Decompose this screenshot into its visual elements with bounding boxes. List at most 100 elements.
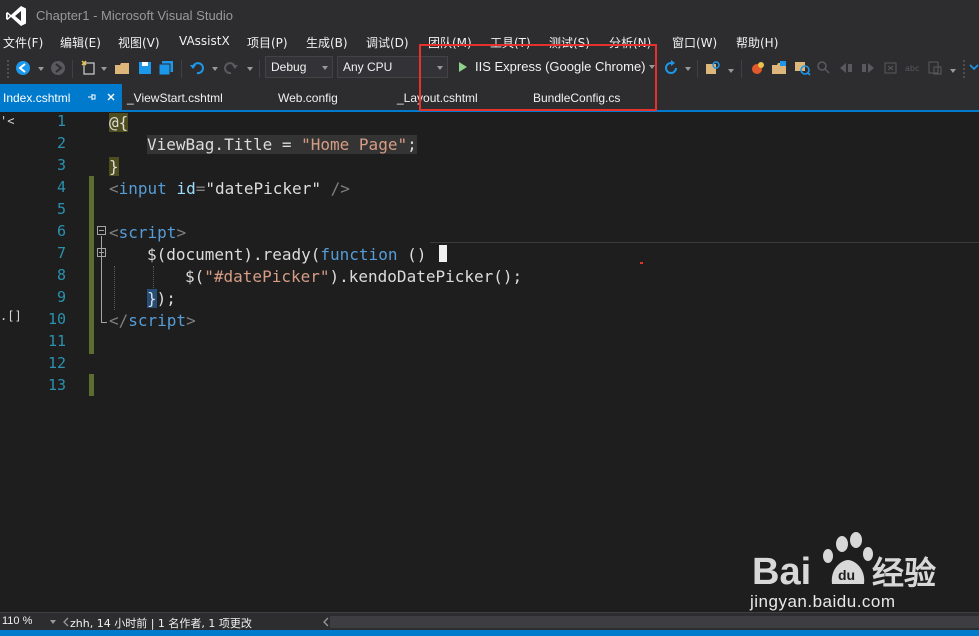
redo-icon[interactable] [222, 59, 240, 77]
visual-studio-logo-icon [6, 6, 26, 26]
code-line-3: } [109, 156, 119, 178]
tag-name: script [128, 311, 187, 330]
redo-dropdown-icon[interactable] [247, 67, 253, 71]
window-title: Chapter1 - Microsoft Visual Studio [36, 8, 234, 23]
parameter-list: () [397, 245, 427, 264]
jquery-selector-call: $( [185, 267, 205, 286]
undo-icon[interactable] [188, 59, 206, 77]
string-literal: "#datePicker" [204, 267, 330, 286]
line-number: 6 [56, 222, 66, 240]
navigate-forward-icon[interactable] [49, 59, 67, 77]
zoom-dropdown-icon[interactable] [50, 620, 56, 624]
close-icon[interactable] [106, 92, 116, 102]
toolbar-grip[interactable] [6, 59, 10, 79]
tab-index-cshtml[interactable]: Index.cshtml [0, 84, 122, 110]
refresh-dropdown-icon[interactable] [685, 67, 691, 71]
svg-text:du: du [838, 567, 855, 583]
toolbar-separator [72, 60, 73, 78]
tab-label: Web.config [278, 91, 338, 105]
razor-block-open: @{ [109, 113, 129, 132]
tab-web-config[interactable]: Web.config [278, 84, 338, 110]
scroll-left-icon[interactable] [62, 617, 70, 627]
tag-name: input [118, 179, 167, 198]
menu-debug[interactable]: 调试(D) [366, 34, 409, 51]
back-dropdown-icon[interactable] [38, 67, 44, 71]
pin-icon[interactable] [87, 92, 97, 102]
line-number: 12 [47, 354, 66, 372]
editor-status-bar: 110 % zhh, 14 小时前 | 1 名作者, 1 项更改 [0, 612, 979, 630]
bottom-accent-strip [0, 630, 979, 636]
indent-guide [153, 266, 154, 288]
find-symbol-icon[interactable] [793, 59, 811, 77]
tag-bracket: < [109, 223, 119, 242]
save-icon[interactable] [136, 59, 154, 77]
string-literal: "Home Page" [301, 135, 408, 154]
viewbag-assignment: ViewBag.Title = [147, 135, 302, 154]
code-line-2: ViewBag.Title = "Home Page"; [147, 134, 417, 156]
platform-value: Any CPU [343, 60, 393, 74]
collapse-outline-icon[interactable] [97, 248, 106, 257]
open-file-icon[interactable] [113, 59, 131, 77]
undo-dropdown-icon[interactable] [212, 67, 218, 71]
find-in-files-icon[interactable] [704, 59, 722, 77]
scroll-left-icon[interactable] [322, 617, 330, 627]
menu-build[interactable]: 生成(B) [306, 34, 348, 51]
keyword: function [320, 245, 398, 264]
code-line-9: }); [147, 288, 176, 310]
solution-configuration-select[interactable]: Debug [265, 56, 333, 78]
line-number: 13 [47, 376, 66, 394]
line-number: 5 [56, 200, 66, 218]
tag-bracket: > [176, 223, 187, 242]
tag-bracket: </ [109, 311, 129, 330]
refresh-icon[interactable] [662, 59, 680, 77]
clear-bookmarks-icon[interactable] [882, 59, 900, 77]
open-folder-tool-icon[interactable] [770, 59, 788, 77]
menu-file[interactable]: 文件(F) [3, 34, 43, 51]
toolbar-grip[interactable] [962, 59, 966, 79]
toolbar-overflow-icon[interactable] [968, 59, 979, 77]
previous-bookmark-icon[interactable] [837, 59, 855, 77]
format-document-icon[interactable] [926, 59, 944, 77]
search-disabled-icon[interactable] [815, 59, 833, 77]
text-caret [439, 245, 447, 262]
next-bookmark-icon[interactable] [859, 59, 877, 77]
save-all-icon[interactable] [157, 59, 175, 77]
navigate-back-icon[interactable] [14, 59, 32, 77]
menu-project[interactable]: 项目(P) [247, 34, 288, 51]
indent-guide [114, 266, 115, 310]
menu-view[interactable]: 视图(V) [118, 34, 160, 51]
line-number: 3 [56, 156, 66, 174]
vassistx-tool-icon[interactable] [749, 59, 767, 77]
svg-text:经验: 经验 [872, 554, 936, 592]
menu-help[interactable]: 帮助(H) [736, 34, 778, 51]
configuration-value: Debug [271, 60, 307, 74]
codelens-author-info[interactable]: zhh, 14 小时前 | 1 名作者, 1 项更改 [70, 615, 252, 631]
jquery-ready-call: $(document).ready( [147, 245, 321, 264]
tag-name: script [118, 223, 177, 242]
menu-window[interactable]: 窗口(W) [672, 34, 717, 51]
menu-vassistx[interactable]: VAssistX [179, 34, 230, 48]
format-dropdown-icon[interactable] [950, 69, 956, 73]
horizontal-scrollbar[interactable] [330, 616, 979, 628]
change-indicator-bar [89, 176, 94, 354]
razor-block-close: } [109, 157, 119, 176]
new-dropdown-icon[interactable] [101, 67, 107, 71]
toolbar-separator [259, 60, 260, 78]
code-line-7: $(document).ready(function () [147, 244, 426, 266]
visual-studio-window: Chapter1 - Microsoft Visual Studio 文件(F)… [0, 0, 979, 636]
tab-viewstart-cshtml[interactable]: _ViewStart.cshtml [127, 84, 223, 110]
equals-sign: = [195, 179, 206, 198]
tab-label: _ViewStart.cshtml [127, 91, 223, 105]
find-dropdown-icon[interactable] [728, 69, 734, 73]
spell-check-icon[interactable]: abc [904, 59, 922, 77]
chevron-down-icon [322, 66, 328, 70]
tag-bracket: /> [320, 179, 350, 198]
line-number: 10 [47, 310, 66, 328]
zoom-level[interactable]: 110 % [2, 615, 32, 627]
line-number: 7 [56, 244, 66, 262]
new-project-icon[interactable] [80, 59, 98, 77]
toolbar-separator [741, 60, 742, 78]
line-number: 1 [56, 112, 66, 130]
collapse-outline-icon[interactable] [97, 226, 106, 235]
menu-edit[interactable]: 编辑(E) [60, 34, 101, 51]
